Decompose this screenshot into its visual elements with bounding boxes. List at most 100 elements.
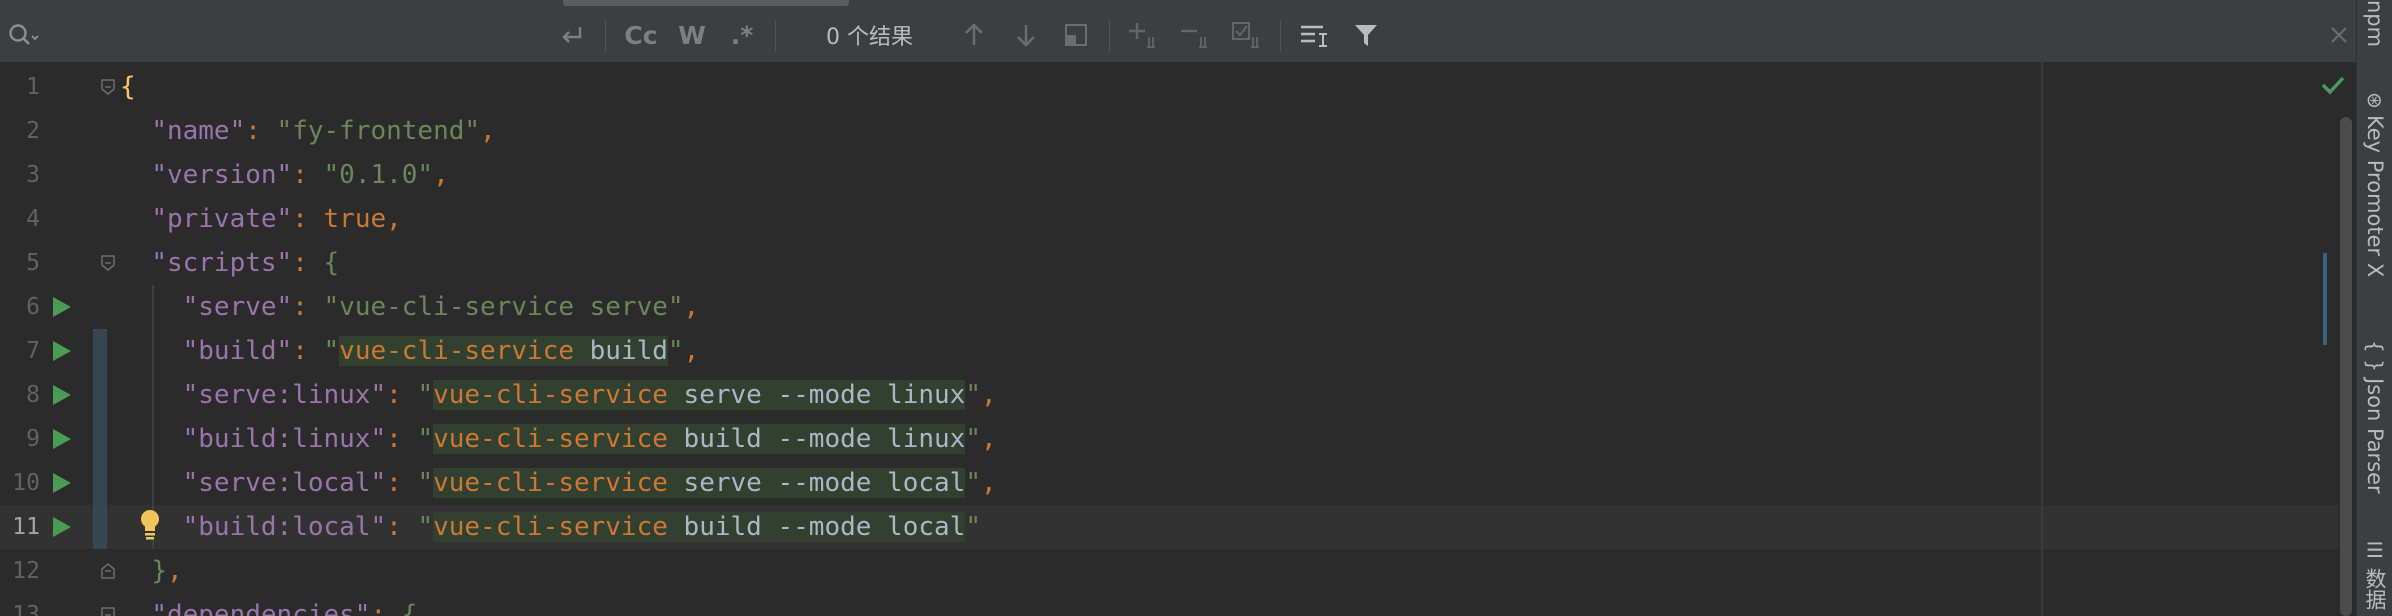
scrollbar-highlight-marker <box>2323 253 2327 345</box>
separator <box>775 20 776 52</box>
code-line[interactable]: "serve:linux": "vue-cli-service serve --… <box>120 373 997 417</box>
remove-occurrence-button[interactable] <box>1176 8 1216 62</box>
database-icon: ☰ <box>2363 538 2387 562</box>
code-line[interactable]: "version": "0.1.0", <box>120 153 449 197</box>
words-icon: W <box>678 20 706 50</box>
code-token: " <box>323 336 340 366</box>
code-token: build --mode local <box>667 512 966 542</box>
replace-toggle-button[interactable] <box>552 8 592 62</box>
vcs-change-marker[interactable] <box>93 329 107 549</box>
code-token: , <box>980 380 997 410</box>
code-token: true <box>323 204 387 234</box>
filter-options-button[interactable] <box>1294 8 1334 62</box>
tool-tab-npm[interactable]: npm <box>2357 0 2392 50</box>
line-number: 7 <box>26 338 40 364</box>
line-number: 6 <box>26 294 40 320</box>
filter-button[interactable] <box>1348 8 1384 62</box>
fold-marker-icon[interactable] <box>101 563 115 579</box>
open-in-window-button[interactable] <box>1058 8 1094 62</box>
select-all-occurrences-button[interactable] <box>1228 8 1268 62</box>
line-number: 4 <box>26 206 40 232</box>
code-token: "build:local" <box>182 512 387 542</box>
line-number: 9 <box>26 426 40 452</box>
search-history-button[interactable] <box>2 8 46 62</box>
code-token: vue-cli-service <box>433 468 668 498</box>
code-token: serve --mode linux <box>667 380 966 410</box>
next-occurrence-button[interactable] <box>1008 8 1044 62</box>
match-case-icon: Cc <box>624 20 658 50</box>
tool-tab-json-parser[interactable]: { } Json Parser <box>2357 340 2392 510</box>
code-token: : <box>292 160 324 190</box>
code-line[interactable]: "dependencies": { <box>120 593 417 616</box>
code-token: "build" <box>182 336 293 366</box>
code-token: " <box>965 512 981 542</box>
run-script-icon[interactable] <box>53 429 71 449</box>
code-line[interactable]: }, <box>120 549 182 593</box>
code-line[interactable]: { <box>120 65 136 109</box>
find-bar: Cc W .* 0 个结果 <box>0 8 2356 63</box>
filter-options-icon <box>1301 25 1327 47</box>
code-line[interactable]: "serve": "vue-cli-service serve", <box>120 285 700 329</box>
check-icon <box>2321 76 2345 95</box>
match-case-button[interactable]: Cc <box>620 8 662 62</box>
code-token: : <box>245 116 277 146</box>
regex-button[interactable]: .* <box>722 8 762 62</box>
right-tool-window-bar: npm ⊛ Key Promoter X { } Json Parser ☰ 数… <box>2356 0 2392 616</box>
npm-tab-label: npm <box>2363 0 2387 48</box>
code-line[interactable]: "private": true, <box>120 197 401 241</box>
run-script-icon[interactable] <box>53 385 71 405</box>
search-result-count: 0 个结果 <box>826 25 913 50</box>
code-token: "dependencies" <box>151 600 371 616</box>
run-script-icon[interactable] <box>53 473 71 493</box>
vertical-scroll-thumb[interactable] <box>2340 117 2352 616</box>
run-script-icon[interactable] <box>53 297 71 317</box>
code-line[interactable]: "serve:local": "vue-cli-service serve --… <box>120 461 997 505</box>
right-margin-guide <box>2041 62 2043 616</box>
close-find-button[interactable] <box>2322 8 2356 62</box>
history-chevron-icon <box>31 35 39 41</box>
fold-marker-icon[interactable] <box>101 79 115 95</box>
run-script-icon[interactable] <box>53 341 71 361</box>
code-token: , <box>480 116 496 146</box>
open-in-window-icon <box>1065 24 1087 46</box>
prev-occurrence-button[interactable] <box>956 8 992 62</box>
code-token: { <box>401 600 418 616</box>
code-token: vue-cli-service <box>433 512 668 542</box>
code-token: "private" <box>151 204 293 234</box>
line-number: 8 <box>26 382 40 408</box>
code-token: , <box>980 468 997 498</box>
code-token: "0.1.0" <box>323 160 434 190</box>
code-token: "name" <box>151 116 246 146</box>
code-line[interactable]: "build": "vue-cli-service build", <box>120 329 699 373</box>
regex-icon: .* <box>730 20 754 50</box>
editor-tab-scroll-strip[interactable] <box>0 0 2356 8</box>
prev-occurrence-icon <box>965 23 983 45</box>
run-script-icon[interactable] <box>53 517 71 537</box>
fold-marker-icon[interactable] <box>101 607 115 616</box>
code-token: build --mode linux <box>667 424 966 454</box>
code-token: "build:linux" <box>182 424 387 454</box>
code-line[interactable]: "scripts": { <box>120 241 339 285</box>
tool-tab-database[interactable]: ☰ 数据 <box>2357 538 2392 616</box>
code-line[interactable]: "build:linux": "vue-cli-service build --… <box>120 417 997 461</box>
code-token: vue-cli-service <box>339 336 574 366</box>
code-line[interactable]: "name": "fy-frontend", <box>120 109 496 153</box>
search-input[interactable] <box>50 16 554 56</box>
remove-occurrence-icon <box>1181 29 1207 48</box>
tab-scroll-thumb[interactable] <box>563 0 849 6</box>
database-tab-label: 数据 <box>2363 568 2387 610</box>
tool-tab-key-promoter[interactable]: ⊛ Key Promoter X <box>2357 92 2392 302</box>
words-button[interactable]: W <box>672 8 712 62</box>
code-editor[interactable]: 1 {2 "name": "fy-frontend", 3 "version": "… <box>0 62 2356 616</box>
key-promoter-tab-label: Key Promoter X <box>2363 114 2387 277</box>
add-occurrence-button[interactable] <box>1124 8 1164 62</box>
fold-marker-icon[interactable] <box>101 255 115 271</box>
code-line[interactable]: "build:local": "vue-cli-service build --… <box>120 505 981 549</box>
code-token: , <box>433 160 449 190</box>
